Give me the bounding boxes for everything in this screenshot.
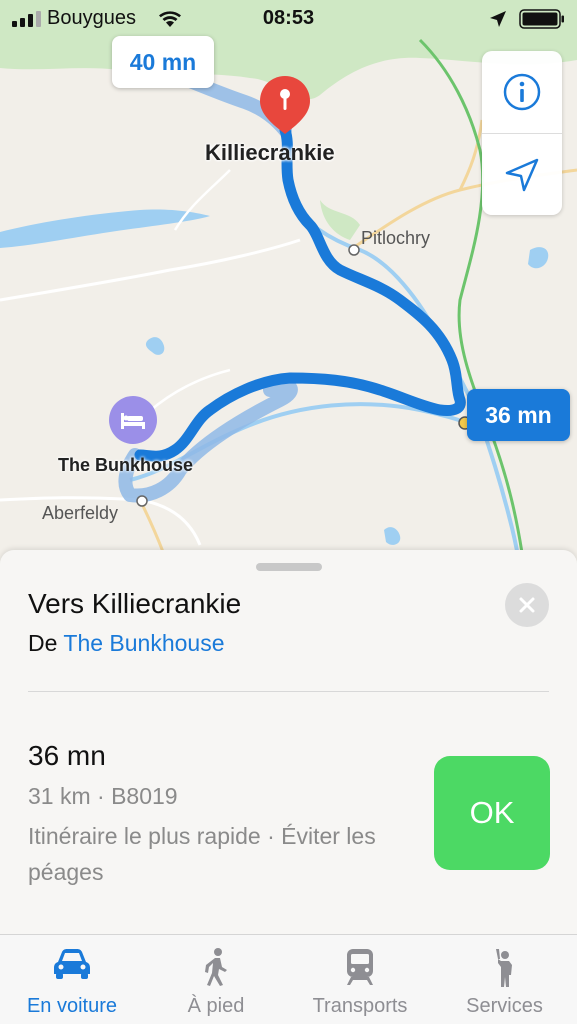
location-arrow-icon bbox=[505, 158, 539, 191]
sheet-title: Vers Killiecrankie bbox=[28, 588, 242, 619]
car-icon bbox=[54, 949, 90, 979]
tab-bar: En voiture À pied Transports Services bbox=[0, 934, 577, 1024]
tab-driving[interactable]: En voiture bbox=[0, 935, 144, 1024]
hailing-person-icon bbox=[495, 949, 512, 987]
ok-button[interactable]: OK bbox=[434, 756, 550, 870]
info-icon bbox=[503, 73, 541, 111]
town-label-aberfeldy: Aberfeldy bbox=[42, 503, 119, 523]
destination-pin-icon[interactable] bbox=[258, 74, 312, 138]
tab-label-services: Services bbox=[466, 995, 543, 1017]
walking-icon bbox=[205, 948, 227, 986]
origin-link[interactable]: The Bunkhouse bbox=[63, 630, 224, 656]
sheet-divider bbox=[28, 691, 549, 692]
close-button[interactable] bbox=[505, 583, 549, 627]
origin-map-label[interactable]: The Bunkhouse bbox=[58, 455, 193, 476]
main-route-time-callout[interactable]: 36 mn bbox=[467, 389, 570, 441]
location-services-icon bbox=[490, 11, 506, 27]
status-bar: Bouygues 08:53 bbox=[0, 0, 577, 38]
info-button[interactable] bbox=[482, 51, 562, 133]
close-icon bbox=[519, 597, 535, 613]
map-controls bbox=[482, 51, 562, 215]
town-label-pitlochry: Pitlochry bbox=[361, 228, 431, 248]
battery-icon bbox=[519, 9, 564, 29]
map-view[interactable]: Bouygues 08:53 40 mn 36 mn Killiecrankie… bbox=[0, 0, 577, 600]
tab-label-walking: À pied bbox=[187, 995, 245, 1017]
tab-label-driving: En voiture bbox=[26, 995, 118, 1017]
tab-label-transit: Transports bbox=[312, 995, 408, 1017]
from-prefix: De bbox=[28, 630, 58, 656]
alt-route-time-callout[interactable]: 40 mn bbox=[112, 36, 214, 88]
hotel-pin-icon[interactable] bbox=[107, 396, 159, 448]
tab-transit[interactable]: Transports bbox=[288, 935, 432, 1024]
route-distance: 31 km · B8019 bbox=[28, 783, 178, 809]
sheet-grabber[interactable] bbox=[256, 563, 322, 571]
train-icon bbox=[347, 949, 373, 985]
locate-button[interactable] bbox=[482, 134, 562, 215]
destination-map-label[interactable]: Killiecrankie bbox=[205, 140, 335, 166]
tab-services[interactable]: Services bbox=[432, 935, 577, 1024]
tab-walking[interactable]: À pied bbox=[144, 935, 288, 1024]
sheet-origin-line: De The Bunkhouse bbox=[28, 630, 225, 657]
directions-sheet: Vers Killiecrankie De The Bunkhouse 36 m… bbox=[0, 550, 577, 934]
route-note: Itinéraire le plus rapide · Éviter les p… bbox=[28, 823, 376, 885]
route-duration: 36 mn bbox=[28, 740, 106, 771]
